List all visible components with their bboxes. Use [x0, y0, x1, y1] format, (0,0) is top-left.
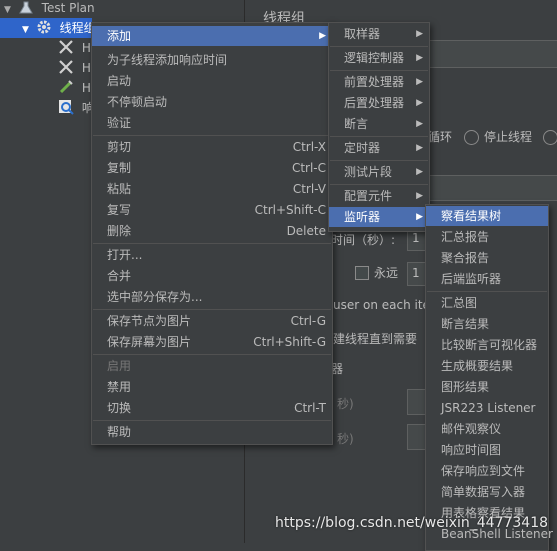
menu-item-toggle[interactable]: 切换 Ctrl-T — [92, 398, 332, 418]
delay-create-label: 建线程直到需要 — [333, 332, 418, 346]
listener-jsr223[interactable]: JSR223 Listener — [426, 398, 548, 418]
flask-icon — [18, 1, 34, 17]
listener-assertion-results[interactable]: 断言结果 — [426, 314, 548, 334]
stop-test-radio[interactable] — [543, 130, 557, 145]
listener-backend-listener[interactable]: 后端监听器 — [426, 269, 548, 289]
submenu-item-timer[interactable]: 定时器 ▶ — [329, 138, 429, 158]
collapse-arrow-icon[interactable]: ▼ — [22, 20, 32, 40]
listener-summary-report[interactable]: 汇总报告 — [426, 227, 548, 247]
menu-item-cut[interactable]: 剪切 Ctrl-X — [92, 137, 332, 157]
menu-item-add[interactable]: 添加 ▶ — [92, 26, 332, 46]
threads-field[interactable] — [425, 175, 557, 201]
forever-checkbox[interactable] — [355, 266, 369, 280]
menu-item-copy[interactable]: 复制 Ctrl-C — [92, 158, 332, 178]
tree-node-label: H — [81, 81, 91, 95]
menu-item-help[interactable]: 帮助 — [92, 422, 332, 442]
submenu-item-logic-controller[interactable]: 逻辑控制器 ▶ — [329, 48, 429, 68]
context-menu: 添加 ▶ 为子线程添加响应时间 启动 不停顿启动 验证 剪切 Ctrl-X 复制 Ct… — [91, 22, 333, 445]
menu-item-start-no-pause[interactable]: 不停顿启动 — [92, 92, 332, 112]
menu-separator — [330, 46, 428, 47]
add-submenu: 取样器 ▶ 逻辑控制器 ▶ 前置处理器 ▶ 后置处理器 ▶ 断言 ▶ 定时器 ▶ 测试片段 ▶… — [328, 22, 430, 232]
tree-node-test-plan[interactable]: ▼ Test Plan — [0, 0, 244, 18]
menu-separator — [330, 70, 428, 71]
menu-item-open[interactable]: 打开... — [92, 245, 332, 265]
menu-item-delete[interactable]: 删除 Delete — [92, 221, 332, 241]
menu-item-paste[interactable]: 粘贴 Ctrl-V — [92, 179, 332, 199]
listener-comparison-assertion-visualizer[interactable]: 比较断言可视化器 — [426, 335, 548, 355]
menu-item-merge[interactable]: 合并 — [92, 266, 332, 286]
sampler-tools-icon — [58, 59, 74, 75]
submenu-item-config-element[interactable]: 配置元件 ▶ — [329, 186, 429, 206]
tree-node-http-1[interactable]: H — [58, 38, 91, 58]
duration-label: 秒) — [337, 397, 354, 411]
submenu-item-sampler[interactable]: 取样器 ▶ — [329, 24, 429, 44]
gear-icon — [36, 19, 52, 35]
loop-count-value: 1 — [412, 266, 420, 280]
menu-item-duplicate[interactable]: 复写 Ctrl+Shift-C — [92, 200, 332, 220]
menu-separator — [330, 136, 428, 137]
tree-node-http-2[interactable]: H — [58, 58, 91, 78]
forever-label: 永远 — [374, 266, 399, 280]
menu-item-enable: 启用 — [107, 359, 132, 373]
menu-item-save-selection-as[interactable]: 选中部分保存为... — [92, 287, 332, 307]
menu-separator — [93, 243, 331, 244]
listener-generate-summary[interactable]: 生成概要结果 — [426, 356, 548, 376]
listener-mailer-visualizer[interactable]: 邮件观察仪 — [426, 419, 548, 439]
sampler-tools-icon — [58, 39, 74, 55]
menu-separator — [93, 354, 331, 355]
startup-delay-label: 秒) — [337, 432, 354, 446]
menu-separator — [330, 184, 428, 185]
listener-save-responses[interactable]: 保存响应到文件 — [426, 461, 548, 481]
menu-separator — [93, 420, 331, 421]
submenu-item-listener[interactable]: 监听器 ▶ — [329, 207, 429, 227]
tree-node-label: H — [81, 61, 91, 75]
watermark-text: https://blog.csdn.net/weixin_44773418 — [275, 515, 549, 531]
submenu-item-test-fragment[interactable]: 测试片段 ▶ — [329, 162, 429, 182]
submenu-item-post-processor[interactable]: 后置处理器 ▶ — [329, 93, 429, 113]
stop-thread-label: 停止线程 — [484, 130, 533, 144]
menu-item-start[interactable]: 启动 — [92, 71, 332, 91]
name-field[interactable] — [425, 40, 557, 68]
loop-label: 循环 — [428, 130, 453, 144]
pipette-icon — [58, 79, 74, 95]
menu-separator — [330, 160, 428, 161]
menu-item-disable[interactable]: 禁用 — [92, 377, 332, 397]
tree-node-label: H — [81, 41, 91, 55]
tree-node-listener[interactable]: 响 — [58, 98, 94, 118]
ramp-time-value: 1 — [412, 231, 420, 245]
tree-node-thread-group[interactable]: ▼ 线程组 — [0, 18, 96, 40]
magnifier-icon — [58, 99, 74, 115]
menu-separator — [93, 309, 331, 310]
menu-item-validate[interactable]: 验证 — [92, 113, 332, 133]
tree-node-label: Test Plan — [41, 1, 95, 15]
listener-aggregate-graph[interactable]: 汇总图 — [426, 293, 548, 313]
submenu-item-assertion[interactable]: 断言 ▶ — [329, 114, 429, 134]
menu-separator — [93, 135, 331, 136]
listener-submenu: 察看结果树 汇总报告 聚合报告 后端监听器 汇总图 断言结果 比较断言可视化器 … — [425, 204, 553, 551]
listener-response-time-graph[interactable]: 响应时间图 — [426, 440, 548, 460]
ramp-time-label: 时间（秒）: — [331, 233, 396, 247]
menu-item-add-response-time[interactable]: 为子线程添加响应时间 — [92, 50, 332, 70]
stop-thread-radio[interactable] — [464, 130, 479, 145]
submenu-item-pre-processor[interactable]: 前置处理器 ▶ — [329, 72, 429, 92]
listener-simple-data-writer[interactable]: 简单数据写入器 — [426, 482, 548, 502]
listener-aggregate-report[interactable]: 聚合报告 — [426, 248, 548, 268]
listener-graph-results[interactable]: 图形结果 — [426, 377, 548, 397]
menu-item-save-screen-image[interactable]: 保存屏幕为图片 Ctrl+Shift-G — [92, 332, 332, 352]
tree-node-http-3[interactable]: H — [58, 78, 91, 98]
collapse-arrow-icon[interactable]: ▼ — [4, 0, 14, 20]
listener-view-results-tree[interactable]: 察看结果树 — [426, 206, 548, 226]
menu-separator — [427, 291, 547, 292]
menu-item-save-node-image[interactable]: 保存节点为图片 Ctrl-G — [92, 311, 332, 331]
